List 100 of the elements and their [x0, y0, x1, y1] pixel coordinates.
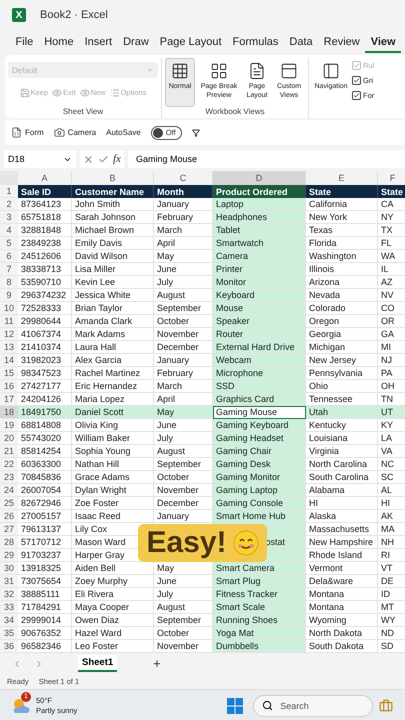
table-cell: July: [154, 432, 213, 445]
row-number: 28: [0, 536, 18, 549]
name-box[interactable]: D18: [4, 150, 76, 168]
row-number: 29: [0, 549, 18, 562]
header-cell: Month: [154, 185, 213, 198]
table-cell: Maya Cooper: [72, 601, 154, 614]
table-cell: Microphone: [213, 367, 306, 380]
table-cell: Kevin Lee: [72, 276, 154, 289]
weather-icon[interactable]: [12, 698, 30, 714]
table-cell: Headphones: [213, 211, 306, 224]
function-label[interactable]: fx: [113, 153, 121, 165]
quick-access-button[interactable]: Camera: [54, 127, 96, 138]
column-header[interactable]: D: [213, 171, 306, 185]
column-header[interactable]: A: [18, 171, 72, 185]
table-cell: Oregon: [306, 315, 378, 328]
table-cell: 70845836: [18, 471, 72, 484]
table-cell: Keyboard: [213, 289, 306, 302]
table-cell: Pennsylvania: [306, 367, 378, 380]
table-cell: NC: [378, 458, 405, 471]
table-cell: Alex Garcia: [72, 354, 154, 367]
table-cell: 18491750: [18, 406, 72, 419]
table-cell: March: [154, 224, 213, 237]
row-number: 26: [0, 510, 18, 523]
table-cell: December: [154, 497, 213, 510]
table-cell: 91703237: [18, 549, 72, 562]
table-cell: October: [154, 471, 213, 484]
table-cell: ND: [378, 627, 405, 640]
table-cell: Amanda Clark: [72, 315, 154, 328]
row-number: 3: [0, 211, 18, 224]
sheet-tab[interactable]: Sheet1: [78, 655, 118, 672]
table-cell: Florida: [306, 237, 378, 250]
table-cell: 31982023: [18, 354, 72, 367]
table-cell: South Dakota: [306, 640, 378, 653]
table-cell: Yoga Mat: [213, 627, 306, 640]
table-cell: Owen Diaz: [72, 614, 154, 627]
table-cell: 55743020: [18, 432, 72, 445]
ribbon-tab[interactable]: File: [10, 32, 39, 52]
table-cell: Eric Hernandez: [72, 380, 154, 393]
row-number: 4: [0, 224, 18, 237]
column-header[interactable]: B: [72, 171, 154, 185]
table-cell: WY: [378, 614, 405, 627]
column-header[interactable]: E: [306, 171, 378, 185]
group-label: Workbook Views: [205, 107, 265, 118]
add-sheet-button[interactable]: +: [153, 656, 161, 671]
windows-icon[interactable]: [227, 698, 244, 714]
row-number: 5: [0, 237, 18, 250]
table-cell: Lisa Miller: [72, 263, 154, 276]
check-icon[interactable]: [98, 154, 109, 164]
table-cell: Georgia: [306, 328, 378, 341]
table-cell: Router: [213, 328, 306, 341]
quick-access-button[interactable]: Form: [11, 127, 44, 138]
table-cell: 21410374: [18, 341, 72, 354]
table-cell: 27427177: [18, 380, 72, 393]
table-cell: Dylan Wright: [72, 484, 154, 497]
table-cell: Michigan: [306, 341, 378, 354]
ribbon-tab[interactable]: Home: [38, 32, 80, 52]
eye-icon: [80, 88, 90, 98]
ribbon-tab[interactable]: Insert: [79, 32, 118, 52]
table-cell: North Carolina: [306, 458, 378, 471]
cancel-icon[interactable]: [83, 154, 94, 164]
table-cell: TX: [378, 224, 405, 237]
table-cell: October: [154, 315, 213, 328]
table-cell: DE: [378, 575, 405, 588]
table-cell: External Hard Drive: [213, 341, 306, 354]
table-cell: Massachusetts: [306, 523, 378, 536]
table-cell: Mark Adams: [72, 328, 154, 341]
ribbon-tab[interactable]: Formulas: [227, 32, 284, 52]
ribbon-tab[interactable]: Page Layout: [154, 32, 228, 52]
ribbon-tab[interactable]: Review: [318, 32, 366, 52]
camera-icon: [54, 127, 65, 138]
table-cell: Smartwatch: [213, 237, 306, 250]
row-number: 32: [0, 588, 18, 601]
table-cell: CA: [378, 198, 405, 211]
table-cell: 68814808: [18, 419, 72, 432]
table-cell: April: [154, 393, 213, 406]
formula-field[interactable]: Gaming Mouse: [128, 150, 405, 168]
column-header[interactable]: F: [378, 171, 405, 185]
table-cell: Running Shoes: [213, 614, 306, 627]
ribbon-tab[interactable]: Draw: [118, 32, 154, 52]
table-cell: VA: [378, 445, 405, 458]
table-cell: Webcam: [213, 354, 306, 367]
table-cell: August: [154, 445, 213, 458]
table-cell: William Baker: [72, 432, 154, 445]
column-header[interactable]: C: [154, 171, 213, 185]
table-cell: UT: [378, 406, 405, 419]
table-cell: 32881848: [18, 224, 72, 237]
briefcase-icon[interactable]: [379, 698, 394, 712]
customize-icon[interactable]: [192, 128, 200, 136]
ribbon-tab[interactable]: View: [365, 32, 402, 52]
search-field[interactable]: Search: [253, 694, 374, 716]
search-icon: [262, 700, 274, 710]
row-number: 20: [0, 432, 18, 445]
ribbon-tab[interactable]: Data: [284, 32, 318, 52]
table-cell: Tablet: [213, 224, 306, 237]
table-cell: SC: [378, 471, 405, 484]
row-number: 16: [0, 380, 18, 393]
table-cell: 13918325: [18, 562, 72, 575]
table-cell: SSD: [213, 380, 306, 393]
table-cell: MI: [378, 341, 405, 354]
table-cell: May: [154, 406, 213, 419]
